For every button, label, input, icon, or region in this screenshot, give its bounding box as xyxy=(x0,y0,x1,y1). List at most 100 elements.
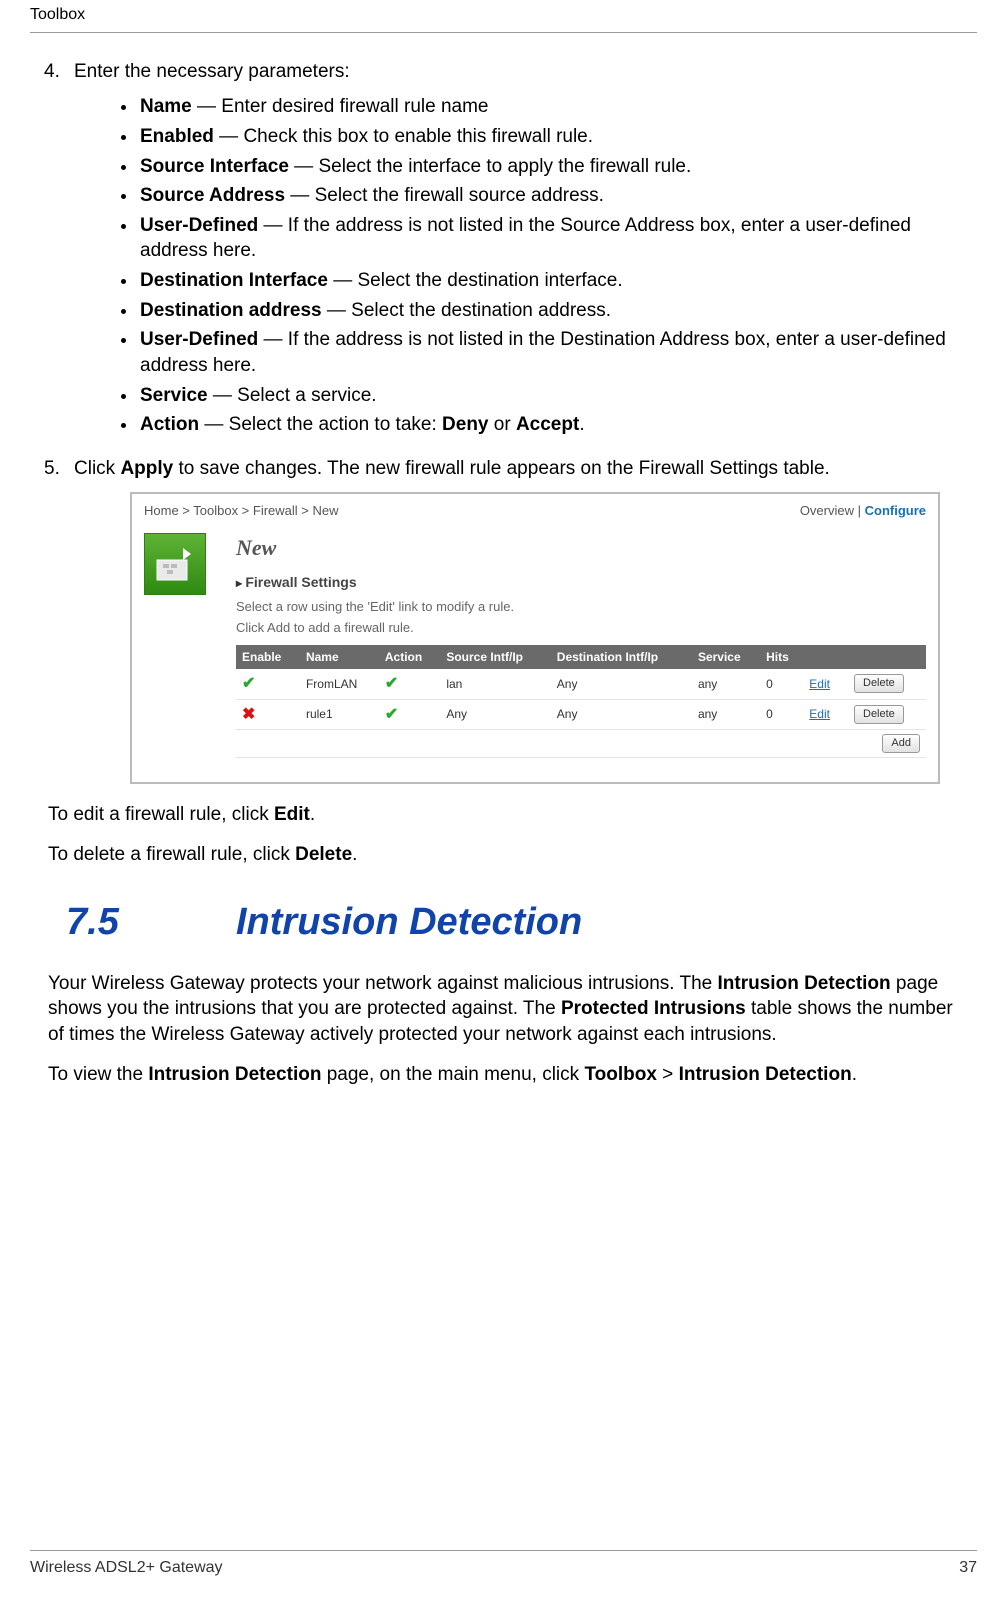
text: page, on the main menu, click xyxy=(321,1064,584,1085)
intro-paragraph: Your Wireless Gateway protects your netw… xyxy=(48,971,959,1048)
edit-link[interactable]: Edit xyxy=(809,707,830,721)
desc: — Select the firewall source address. xyxy=(285,185,604,206)
text: . xyxy=(852,1064,857,1085)
text: To delete a firewall rule, click xyxy=(48,844,295,865)
page-footer: Wireless ADSL2+ Gateway 37 xyxy=(30,1550,977,1579)
text: to save changes. The new firewall rule a… xyxy=(173,458,830,479)
col-src: Source Intf/Ip xyxy=(440,645,550,669)
overview-link[interactable]: Overview xyxy=(800,503,854,518)
col-enable: Enable xyxy=(236,645,300,669)
col-hits: Hits xyxy=(760,645,803,669)
parameter-list: Name — Enter desired firewall rule name … xyxy=(74,94,959,438)
term: Enabled xyxy=(140,126,214,147)
term: Destination Interface xyxy=(140,270,328,291)
cell-service: any xyxy=(692,699,760,730)
cell-name: rule1 xyxy=(300,699,379,730)
step-number: 4. xyxy=(44,59,74,85)
end: . xyxy=(579,414,584,435)
edit-instruction: To edit a firewall rule, click Edit. xyxy=(48,802,959,828)
term: Name xyxy=(140,96,192,117)
cell-dst: Any xyxy=(551,669,692,699)
apply-word: Apply xyxy=(120,458,173,479)
panel-subtitle: Firewall Settings xyxy=(236,573,926,592)
desc: — Enter desired firewall rule name xyxy=(192,96,489,117)
cell-service: any xyxy=(692,669,760,699)
check-icon: ✔ xyxy=(242,675,255,692)
section-heading: 7.5Intrusion Detection xyxy=(48,897,959,948)
panel-title: New xyxy=(236,533,926,563)
check-icon: ✔ xyxy=(385,706,398,723)
add-button[interactable]: Add xyxy=(882,734,920,753)
cross-icon: ✖ xyxy=(242,706,255,723)
term: Action xyxy=(140,414,199,435)
term: User-Defined xyxy=(140,215,258,236)
footer-left: Wireless ADSL2+ Gateway xyxy=(30,1557,223,1579)
term: Destination address xyxy=(140,300,322,321)
help-text: Click Add to add a firewall rule. xyxy=(236,619,926,637)
cell-name: FromLAN xyxy=(300,669,379,699)
list-item: Action — Select the action to take: Deny… xyxy=(138,412,959,438)
bold-text: Intrusion Detection xyxy=(679,1064,852,1085)
term: Source Interface xyxy=(140,156,289,177)
view-links: Overview | Configure xyxy=(800,502,926,520)
configure-link[interactable]: Configure xyxy=(865,503,926,518)
step-intro: Enter the necessary parameters: xyxy=(74,61,350,82)
col-action: Action xyxy=(379,645,440,669)
view-paragraph: To view the Intrusion Detection page, on… xyxy=(48,1062,959,1088)
list-item: Enabled — Check this box to enable this … xyxy=(138,124,959,150)
firewall-icon xyxy=(144,533,206,595)
firewall-screenshot: Home > Toolbox > Firewall > New Overview… xyxy=(130,492,940,784)
desc: — Select a service. xyxy=(208,385,377,406)
text: Click xyxy=(74,458,120,479)
sep: | xyxy=(854,503,865,518)
text: > xyxy=(657,1064,679,1085)
edit-link[interactable]: Edit xyxy=(809,677,830,691)
list-item: Service — Select a service. xyxy=(138,383,959,409)
cell-dst: Any xyxy=(551,699,692,730)
option-deny: Deny xyxy=(442,414,488,435)
bold-text: Intrusion Detection xyxy=(148,1064,321,1085)
option-accept: Accept xyxy=(516,414,579,435)
bold-text: Intrusion Detection xyxy=(718,973,891,994)
bold-text: Protected Intrusions xyxy=(561,998,746,1019)
text: . xyxy=(310,804,315,825)
section-title: Intrusion Detection xyxy=(236,901,582,943)
list-item: Destination address — Select the destina… xyxy=(138,298,959,324)
list-item: Source Interface — Select the interface … xyxy=(138,154,959,180)
text: To edit a firewall rule, click xyxy=(48,804,274,825)
page-header: Toolbox xyxy=(30,0,977,33)
term: User-Defined xyxy=(140,329,258,350)
col-dst: Destination Intf/Ip xyxy=(551,645,692,669)
list-item: User-Defined — If the address is not lis… xyxy=(138,213,959,264)
desc: — Select the action to take: xyxy=(199,414,442,435)
page-number: 37 xyxy=(959,1557,977,1579)
cell-hits: 0 xyxy=(760,699,803,730)
desc: — Check this box to enable this firewall… xyxy=(214,126,593,147)
section-number: 7.5 xyxy=(66,897,236,948)
list-item: Source Address — Select the firewall sou… xyxy=(138,183,959,209)
desc: — Select the destination interface. xyxy=(328,270,623,291)
edit-word: Edit xyxy=(274,804,310,825)
list-item: Name — Enter desired firewall rule name xyxy=(138,94,959,120)
list-item: User-Defined — If the address is not lis… xyxy=(138,327,959,378)
text: To view the xyxy=(48,1064,148,1085)
cell-hits: 0 xyxy=(760,669,803,699)
help-text: Select a row using the 'Edit' link to mo… xyxy=(236,598,926,616)
step-5: 5.Click Apply to save changes. The new f… xyxy=(74,456,959,784)
delete-button[interactable]: Delete xyxy=(854,705,904,724)
bold-text: Toolbox xyxy=(584,1064,656,1085)
cell-src: lan xyxy=(440,669,550,699)
step-number: 5. xyxy=(44,456,74,482)
delete-word: Delete xyxy=(295,844,352,865)
table-row: ✔ FromLAN ✔ lan Any any 0 Edit Delete xyxy=(236,669,926,699)
list-item: Destination Interface — Select the desti… xyxy=(138,268,959,294)
col-service: Service xyxy=(692,645,760,669)
sep: or xyxy=(489,414,516,435)
col-name: Name xyxy=(300,645,379,669)
text: Your Wireless Gateway protects your netw… xyxy=(48,973,718,994)
step-4: 4.Enter the necessary parameters: Name —… xyxy=(74,59,959,438)
desc: — Select the interface to apply the fire… xyxy=(289,156,691,177)
delete-instruction: To delete a firewall rule, click Delete. xyxy=(48,842,959,868)
delete-button[interactable]: Delete xyxy=(854,674,904,693)
desc: — Select the destination address. xyxy=(322,300,611,321)
